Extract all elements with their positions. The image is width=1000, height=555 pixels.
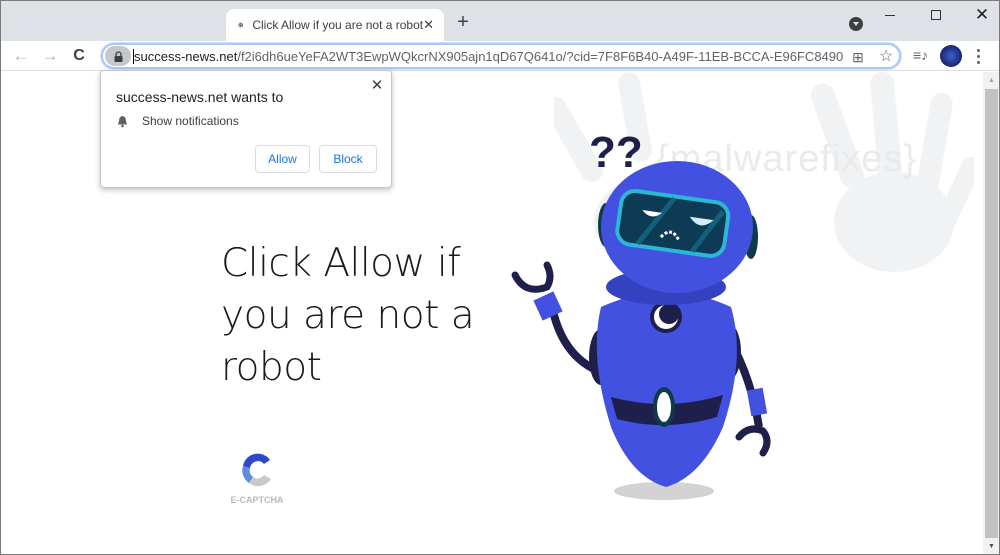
prompt-title: success-news.net wants to (116, 89, 284, 105)
bell-icon (118, 115, 127, 127)
notification-permission-prompt: success-news.net wants to ✕ Show notific… (100, 70, 392, 188)
vertical-scrollbar[interactable]: ▲ ▼ (983, 72, 999, 554)
new-tab-button[interactable]: + (453, 12, 473, 32)
browser-toolbar: ← → C success-news.net/f2i6dh6ueYeFA2WT3… (1, 41, 999, 71)
robot-illustration: ?? (511, 128, 771, 500)
permission-text: Show notifications (142, 114, 239, 128)
lock-icon (114, 50, 122, 62)
permission-row: Show notifications (116, 114, 239, 128)
prompt-close-button[interactable]: ✕ (369, 76, 385, 94)
globe-icon (238, 22, 244, 28)
maximize-icon (931, 10, 941, 20)
tab-strip: Click Allow if you are not a robot ✕ + ✕ (1, 1, 999, 41)
page-headline: Click Allow if you are not a robot (221, 241, 475, 390)
qr-code-icon[interactable]: ⊞ (849, 48, 867, 66)
robot-right-claw (735, 425, 771, 457)
maximize-button[interactable] (913, 5, 959, 25)
menu-dot (976, 48, 980, 52)
tab-close-button[interactable]: ✕ (423, 17, 434, 33)
tab-active[interactable]: Click Allow if you are not a robot ✕ (226, 9, 444, 41)
menu-dot (976, 54, 980, 58)
media-controls-icon[interactable]: ≡♪ (913, 47, 931, 65)
captcha-label: E-CAPTCHA (230, 495, 284, 505)
robot-right-cuff (746, 387, 768, 417)
address-bar[interactable]: success-news.net/f2i6dh6ueYeFA2WT3EwpWQk… (101, 43, 901, 69)
profile-avatar[interactable] (940, 45, 962, 67)
close-window-button[interactable]: ✕ (959, 5, 999, 25)
site-info-button[interactable] (105, 46, 131, 66)
menu-dot (976, 60, 980, 64)
scrollbar-thumb[interactable] (985, 89, 998, 538)
url-host: success-news.net (134, 48, 238, 64)
url-text[interactable]: success-news.net/f2i6dh6ueYeFA2WT3EwpWQk… (133, 48, 843, 64)
tab-title: Click Allow if you are not a robot (252, 18, 424, 32)
forward-button[interactable]: → (39, 45, 61, 67)
tab-search-button[interactable] (849, 17, 863, 31)
block-button[interactable]: Block (319, 145, 377, 173)
question-marks: ?? (589, 128, 643, 177)
minimize-button[interactable] (867, 5, 913, 25)
minimize-icon (885, 15, 895, 16)
bookmark-star-icon[interactable]: ☆ (877, 48, 895, 66)
chrome-menu-button[interactable] (972, 45, 984, 67)
e-captcha-logo: E-CAPTCHA (229, 450, 285, 505)
captcha-c-icon (242, 453, 271, 487)
robot-left-claw (511, 261, 554, 293)
scroll-down-arrow[interactable]: ▼ (983, 538, 999, 554)
allow-button[interactable]: Allow (255, 145, 310, 173)
back-button[interactable]: ← (10, 45, 32, 67)
browser-window: Click Allow if you are not a robot ✕ + ✕… (0, 0, 1000, 555)
scroll-up-arrow[interactable]: ▲ (983, 72, 999, 89)
reload-button[interactable]: C (68, 45, 90, 67)
url-path: /f2i6dh6ueYeFA2WT3EwpWQkcrNX905ajn1qD67Q… (237, 48, 843, 64)
